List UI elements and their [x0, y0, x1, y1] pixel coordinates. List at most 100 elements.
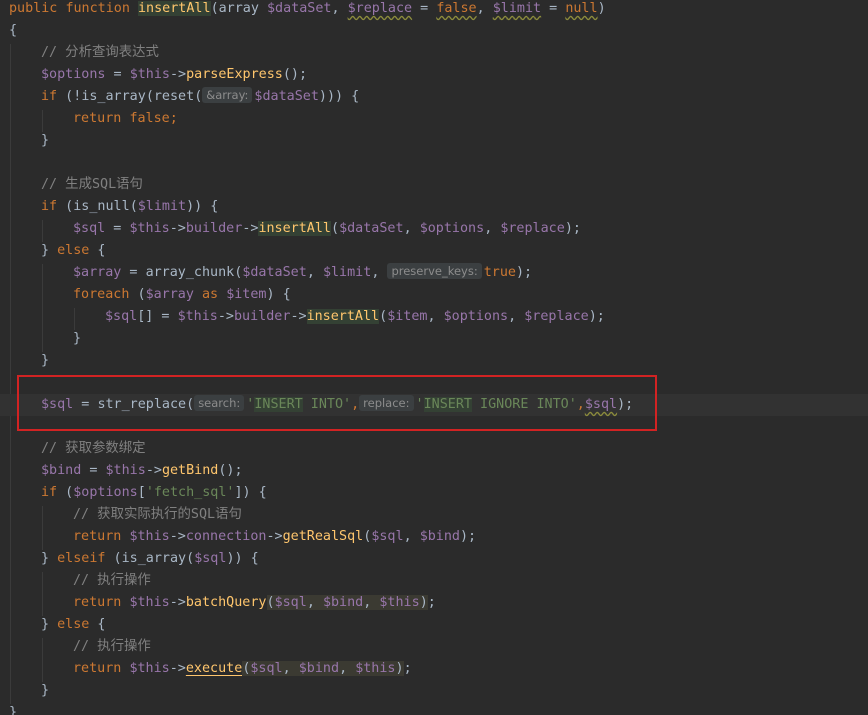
- func-reset[interactable]: reset: [154, 89, 194, 104]
- equals: =: [105, 67, 130, 82]
- var-dataset[interactable]: $dataSet: [339, 221, 404, 236]
- function-name-insertall[interactable]: insertAll: [138, 1, 211, 16]
- var-item[interactable]: $item: [226, 287, 266, 302]
- brace-close: }: [41, 617, 58, 632]
- var-bind[interactable]: $bind: [298, 661, 340, 676]
- keyword-if: if: [41, 199, 58, 214]
- keyword-elseif: elseif: [57, 551, 106, 566]
- code-line-24[interactable]: // 获取实际执行的SQL语句: [0, 504, 868, 526]
- code-line-7[interactable]: }: [0, 130, 868, 152]
- func-is-array[interactable]: is_array: [122, 551, 187, 566]
- var-array[interactable]: $array: [146, 287, 194, 302]
- var-options[interactable]: $options: [73, 485, 138, 500]
- var-this[interactable]: $this: [129, 529, 169, 544]
- code-editor[interactable]: public function insertAll(array $dataSet…: [0, 0, 868, 715]
- var-this[interactable]: $this: [106, 463, 146, 478]
- method-execute[interactable]: execute: [186, 661, 242, 676]
- var-dataset[interactable]: $dataSet: [254, 89, 319, 104]
- keyword-if: if: [41, 485, 58, 500]
- var-replace[interactable]: $replace: [524, 309, 589, 324]
- method-parseexpress[interactable]: parseExpress: [186, 67, 283, 82]
- code-line-30[interactable]: // 执行操作: [0, 636, 868, 658]
- prop-builder[interactable]: builder: [234, 309, 290, 324]
- var-options[interactable]: $options: [41, 67, 106, 82]
- var-dataset[interactable]: $dataSet: [242, 265, 307, 280]
- var-limit[interactable]: $limit: [138, 199, 186, 214]
- var-this[interactable]: $this: [129, 221, 169, 236]
- param-limit[interactable]: $limit: [493, 1, 541, 16]
- var-sql[interactable]: $sql: [250, 661, 283, 676]
- var-bind[interactable]: $bind: [322, 595, 364, 610]
- var-sql-arg[interactable]: $sql: [585, 397, 617, 412]
- var-array[interactable]: $array: [73, 265, 121, 280]
- code-line-14[interactable]: foreach ($array as $item) {: [0, 284, 868, 306]
- var-bind[interactable]: $bind: [420, 529, 460, 544]
- var-this[interactable]: $this: [355, 661, 396, 676]
- var-sql[interactable]: $sql: [105, 309, 137, 324]
- code-line-25[interactable]: return $this->connection->getRealSql($sq…: [0, 526, 868, 548]
- comma: ,: [339, 661, 356, 676]
- code-line-32[interactable]: }: [0, 680, 868, 702]
- var-item[interactable]: $item: [387, 309, 427, 324]
- punct: (: [57, 199, 74, 214]
- var-options[interactable]: $options: [420, 221, 485, 236]
- code-line-2[interactable]: {: [0, 20, 868, 42]
- var-this[interactable]: $this: [129, 661, 169, 676]
- method-getrealsql[interactable]: getRealSql: [283, 529, 364, 544]
- var-options[interactable]: $options: [444, 309, 509, 324]
- var-limit[interactable]: $limit: [323, 265, 371, 280]
- var-sql[interactable]: $sql: [274, 595, 307, 610]
- code-line-27[interactable]: // 执行操作: [0, 570, 868, 592]
- code-line-1[interactable]: public function insertAll(array $dataSet…: [0, 0, 868, 20]
- code-line-26[interactable]: } elseif (is_array($sql)) {: [0, 548, 868, 570]
- prop-builder[interactable]: builder: [186, 221, 242, 236]
- var-sql[interactable]: $sql: [41, 397, 73, 412]
- prop-connection[interactable]: connection: [186, 529, 267, 544]
- param-replace[interactable]: $replace: [348, 1, 413, 16]
- func-is-null[interactable]: is_null: [73, 199, 129, 214]
- method-insertall[interactable]: insertAll: [258, 221, 331, 236]
- keyword-if: if: [41, 89, 58, 104]
- code-line-15[interactable]: $sql[] = $this->builder->insertAll($item…: [0, 306, 868, 328]
- code-line-17[interactable]: }: [0, 350, 868, 372]
- code-line-19-current[interactable]: $sql = str_replace(search: 'INSERT INTO',…: [0, 394, 868, 416]
- param-hint-replace: replace:: [359, 395, 414, 411]
- keyword-return: return: [73, 595, 122, 610]
- code-line-9[interactable]: // 生成SQL语句: [0, 174, 868, 196]
- var-this[interactable]: $this: [379, 595, 420, 610]
- code-line-6[interactable]: return false;: [0, 108, 868, 130]
- method-getbind[interactable]: getBind: [162, 463, 218, 478]
- code-line-31[interactable]: return $this->execute($sql, $bind, $this…: [0, 658, 868, 680]
- code-line-28[interactable]: return $this->batchQuery($sql, $bind, $t…: [0, 592, 868, 614]
- array-append: [] =: [137, 309, 178, 324]
- keyword-false: false: [129, 111, 170, 126]
- code-line-21[interactable]: // 获取参数绑定: [0, 438, 868, 460]
- var-sql[interactable]: $sql: [194, 551, 226, 566]
- func-str-replace[interactable]: str_replace: [97, 397, 186, 412]
- code-line-5[interactable]: if (!is_array(reset(&array: $dataSet))) {: [0, 86, 868, 108]
- method-batchquery[interactable]: batchQuery: [186, 595, 267, 610]
- method-insertall[interactable]: insertAll: [306, 309, 380, 324]
- var-bind[interactable]: $bind: [41, 463, 81, 478]
- code-line-4[interactable]: $options = $this->parseExpress();: [0, 64, 868, 86]
- code-line-23[interactable]: if ($options['fetch_sql']) {: [0, 482, 868, 504]
- var-sql[interactable]: $sql: [73, 221, 105, 236]
- code-line-12[interactable]: } else {: [0, 240, 868, 262]
- code-line-22[interactable]: $bind = $this->getBind();: [0, 460, 868, 482]
- func-is-array[interactable]: is_array: [81, 89, 146, 104]
- func-array-chunk[interactable]: array_chunk: [146, 265, 235, 280]
- param-dataset[interactable]: $dataSet: [267, 1, 332, 16]
- code-line-16[interactable]: }: [0, 328, 868, 350]
- code-line-13[interactable]: $array = array_chunk($dataSet, $limit, p…: [0, 262, 868, 284]
- code-line-29[interactable]: } else {: [0, 614, 868, 636]
- var-this[interactable]: $this: [178, 309, 218, 324]
- code-line-11[interactable]: $sql = $this->builder->insertAll($dataSe…: [0, 218, 868, 240]
- code-line-3[interactable]: // 分析查询表达式: [0, 42, 868, 64]
- punct: )) {: [226, 551, 259, 566]
- code-line-33[interactable]: }: [0, 702, 868, 715]
- var-this[interactable]: $this: [129, 595, 169, 610]
- var-replace[interactable]: $replace: [500, 221, 565, 236]
- code-line-10[interactable]: if (is_null($limit)) {: [0, 196, 868, 218]
- var-this[interactable]: $this: [130, 67, 170, 82]
- var-sql[interactable]: $sql: [371, 529, 403, 544]
